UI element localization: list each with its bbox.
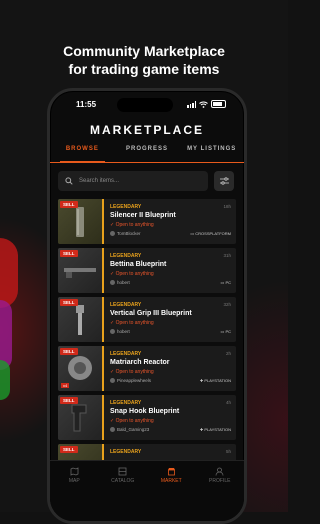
rarity-accent	[102, 199, 104, 244]
listing-list: SELL LEGENDARY 18h Silencer II Blueprint…	[58, 199, 236, 493]
nav-profile[interactable]: PROFILE	[196, 467, 245, 484]
item-name: Bettina Blueprint	[110, 261, 167, 268]
avatar	[110, 280, 115, 285]
map-icon	[70, 467, 79, 476]
headline-line-2: for trading game items	[68, 61, 220, 77]
sell-badge: SELL	[60, 446, 78, 453]
filter-button[interactable]	[214, 171, 234, 191]
signal-icon	[187, 100, 196, 108]
promo-headline: Community Marketplace for trading game i…	[0, 42, 288, 78]
rarity-label: LEGENDARY	[110, 253, 142, 259]
avatar	[110, 427, 115, 432]
platform-label: ▭ PC	[220, 329, 231, 334]
listing-card[interactable]: SELL LEGENDARY 4h Snap Hook Blueprint ✓ …	[58, 395, 236, 440]
item-name: Silencer II Blueprint	[110, 212, 176, 219]
tab-browse[interactable]: BROWSE	[50, 146, 115, 163]
rarity-accent	[102, 346, 104, 391]
rarity-label: LEGENDARY	[110, 302, 142, 308]
platform-label: ▭ PC	[220, 280, 231, 285]
listing-age: 2h	[225, 351, 231, 356]
nav-catalog[interactable]: CATALOG	[99, 467, 148, 484]
sell-badge: SELL	[60, 250, 78, 257]
status-time: 11:55	[76, 100, 97, 109]
tab-progress[interactable]: PROGRESS	[115, 146, 180, 162]
tab-my-listings[interactable]: MY LISTINGS	[179, 146, 244, 162]
avatar	[110, 231, 115, 236]
headline-line-1: Community Marketplace	[63, 43, 225, 59]
platform-label: ✚ PLAYSTATION	[199, 378, 231, 383]
listing-age: 31h	[223, 253, 231, 258]
rarity-label: LEGENDARY	[110, 449, 142, 455]
nav-market[interactable]: MARKET	[147, 467, 196, 484]
page-title: MARKETPLACE	[90, 123, 204, 137]
seller: hobert	[110, 329, 130, 334]
profile-icon	[215, 467, 224, 476]
seller: TomBlocker	[110, 231, 141, 236]
item-name: Vertical Grip III Blueprint	[110, 310, 192, 317]
status-bar: 11:55	[50, 97, 244, 113]
seller: hobert	[110, 280, 130, 285]
trade-preference: ✓ Open to anything	[110, 320, 154, 326]
listing-card[interactable]: SELL LEGENDARY 32h Vertical Grip III Blu…	[58, 297, 236, 342]
sell-badge: SELL	[60, 299, 78, 306]
trade-preference: ✓ Open to anything	[110, 222, 154, 228]
sell-badge: SELL	[60, 348, 78, 355]
sliders-icon	[219, 177, 229, 185]
catalog-icon	[118, 467, 127, 476]
rarity-accent	[102, 395, 104, 440]
seller: Bald_Gaming23	[110, 427, 149, 432]
nav-map[interactable]: MAP	[50, 467, 99, 484]
trade-preference: ✓ Open to anything	[110, 369, 154, 375]
avatar	[110, 329, 115, 334]
status-icons	[187, 100, 226, 108]
search-input[interactable]: Search items...	[58, 171, 208, 191]
item-name: Matriarch Reactor	[110, 359, 170, 366]
tab-bar: BROWSE PROGRESS MY LISTINGS	[50, 146, 244, 163]
decorative-streak	[0, 238, 18, 308]
market-icon	[167, 468, 175, 476]
search-icon	[65, 177, 73, 185]
trade-preference: ✓ Open to anything	[110, 271, 154, 277]
phone-frame: 11:55 MARKETPLACE BROWSE PROGRESS MY LIS…	[47, 88, 247, 524]
wifi-icon	[199, 101, 208, 108]
rarity-accent	[102, 297, 104, 342]
sell-badge: SELL	[60, 201, 78, 208]
listing-age: 4h	[225, 400, 231, 405]
listing-card[interactable]: SELL x4 LEGENDARY 2h Matriarch Reactor ✓…	[58, 346, 236, 391]
listing-age: 32h	[223, 302, 231, 307]
trade-preference: ✓ Open to anything	[110, 418, 154, 424]
listing-card[interactable]: SELL LEGENDARY 18h Silencer II Blueprint…	[58, 199, 236, 244]
rarity-label: LEGENDARY	[110, 400, 142, 406]
listing-age: 5h	[225, 449, 231, 454]
item-name: Snap Hook Blueprint	[110, 408, 180, 415]
search-placeholder: Search items...	[79, 178, 120, 184]
sell-badge: SELL	[60, 397, 78, 404]
rarity-label: LEGENDARY	[110, 351, 142, 357]
platform-label: ▭ CROSSPLATFORM	[190, 231, 231, 236]
platform-label: ✚ PLAYSTATION	[199, 427, 231, 432]
rarity-label: LEGENDARY	[110, 204, 142, 210]
listing-card[interactable]: SELL LEGENDARY 31h Bettina Blueprint ✓ O…	[58, 248, 236, 293]
quantity-badge: x4	[61, 383, 70, 388]
decorative-streak	[0, 360, 10, 400]
listing-age: 18h	[223, 204, 231, 209]
dynamic-island	[117, 98, 173, 112]
rarity-accent	[102, 248, 104, 293]
battery-icon	[211, 100, 226, 108]
avatar	[110, 378, 115, 383]
seller: Pineapplewheels	[110, 378, 151, 383]
